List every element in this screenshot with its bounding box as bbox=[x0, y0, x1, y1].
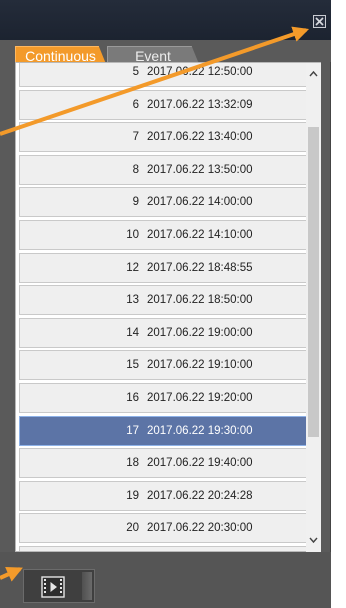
scroll-thumb[interactable] bbox=[308, 127, 319, 437]
recording-row[interactable]: 15 2017.06.22 19:10:00 bbox=[19, 350, 314, 381]
recording-number: 10 bbox=[126, 228, 139, 241]
chevron-down-icon bbox=[309, 537, 318, 544]
recording-timestamp: 2017.06.22 12:50:00 bbox=[147, 66, 253, 78]
recording-timestamp: 2017.06.22 14:00:00 bbox=[147, 196, 253, 209]
recording-row[interactable]: 9 2017.06.22 14:00:00 bbox=[19, 187, 314, 218]
scroll-down-button[interactable] bbox=[306, 531, 321, 549]
recording-row[interactable]: 13 2017.06.22 18:50:00 bbox=[19, 285, 314, 316]
close-icon bbox=[315, 17, 324, 26]
recording-timestamp: 2017.06.22 13:32:09 bbox=[147, 98, 253, 111]
recording-number: 8 bbox=[132, 163, 139, 176]
recording-timestamp: 2017.06.22 20:24:28 bbox=[147, 489, 253, 502]
close-button[interactable] bbox=[313, 15, 326, 28]
recording-row[interactable]: 19 2017.06.22 20:24:28 bbox=[19, 480, 314, 511]
recording-timestamp: 2017.06.22 18:50:00 bbox=[147, 294, 253, 307]
button-gloss bbox=[82, 572, 92, 600]
recording-number: 14 bbox=[126, 326, 139, 339]
recording-row[interactable]: 16 2017.06.22 19:20:00 bbox=[19, 382, 314, 413]
title-bar bbox=[0, 0, 331, 40]
recording-number: 9 bbox=[132, 196, 139, 209]
recording-rows: 5 2017.06.22 12:50:00 6 2017.06.22 13:32:09… bbox=[19, 63, 314, 551]
recording-timestamp: 2017.06.22 19:30:00 bbox=[147, 424, 253, 437]
recording-row[interactable]: 6 2017.06.22 13:32:09 bbox=[19, 89, 314, 120]
recording-list-window: Continuous Event 5 2017.06.22 12:50:00 6 20… bbox=[0, 0, 346, 608]
recording-number: 6 bbox=[132, 98, 139, 111]
recording-row[interactable]: 14 2017.06.22 19:00:00 bbox=[19, 317, 314, 348]
recording-timestamp: 2017.06.22 14:10:00 bbox=[147, 228, 253, 241]
recording-number: 13 bbox=[126, 294, 139, 307]
recording-row[interactable]: 8 2017.06.22 13:50:00 bbox=[19, 154, 314, 185]
recording-list: 5 2017.06.22 12:50:00 6 2017.06.22 13:32:09… bbox=[15, 62, 321, 552]
chevron-up-icon bbox=[309, 70, 318, 77]
recording-row[interactable]: 20 2017.06.22 20:30:00 bbox=[19, 513, 314, 544]
recording-timestamp: 2017.06.22 13:50:00 bbox=[147, 163, 253, 176]
recording-timestamp: 2017.06.22 13:40:00 bbox=[147, 131, 253, 144]
play-recording-button[interactable] bbox=[23, 569, 95, 603]
recording-row[interactable]: 18 2017.06.22 19:40:00 bbox=[19, 448, 314, 479]
recording-number: 12 bbox=[126, 261, 139, 274]
bottom-toolbar bbox=[0, 552, 331, 608]
recording-number: 15 bbox=[126, 359, 139, 372]
recording-timestamp: 2017.06.22 19:00:00 bbox=[147, 326, 253, 339]
film-play-icon bbox=[41, 576, 65, 598]
recording-timestamp: 2017.06.22 19:10:00 bbox=[147, 359, 253, 372]
recording-timestamp: 2017.06.22 19:20:00 bbox=[147, 391, 253, 404]
recording-row[interactable]: 17 2017.06.22 19:30:00 bbox=[19, 415, 314, 446]
recording-number: 18 bbox=[126, 457, 139, 470]
recording-number: 20 bbox=[126, 522, 139, 535]
recording-panel: Continuous Event 5 2017.06.22 12:50:00 6 20… bbox=[0, 0, 331, 608]
recording-number: 5 bbox=[132, 66, 139, 78]
recording-number: 7 bbox=[132, 131, 139, 144]
recording-timestamp: 2017.06.22 19:40:00 bbox=[147, 457, 253, 470]
recording-timestamp: 2017.06.22 18:48:55 bbox=[147, 261, 253, 274]
scroll-up-button[interactable] bbox=[306, 65, 321, 83]
recording-timestamp: 2017.06.22 20:30:00 bbox=[147, 522, 253, 535]
recording-row[interactable]: 10 2017.06.22 14:10:00 bbox=[19, 219, 314, 250]
recording-row[interactable]: 12 2017.06.22 18:48:55 bbox=[19, 252, 314, 283]
tab-bar: Continuous Event bbox=[0, 40, 331, 64]
recording-number: 16 bbox=[126, 391, 139, 404]
recording-row[interactable]: 5 2017.06.22 12:50:00 bbox=[19, 63, 314, 87]
recording-number: 19 bbox=[126, 489, 139, 502]
vertical-scrollbar[interactable] bbox=[306, 63, 321, 552]
recording-row[interactable]: 7 2017.06.22 13:40:00 bbox=[19, 122, 314, 153]
recording-number: 17 bbox=[126, 424, 139, 437]
